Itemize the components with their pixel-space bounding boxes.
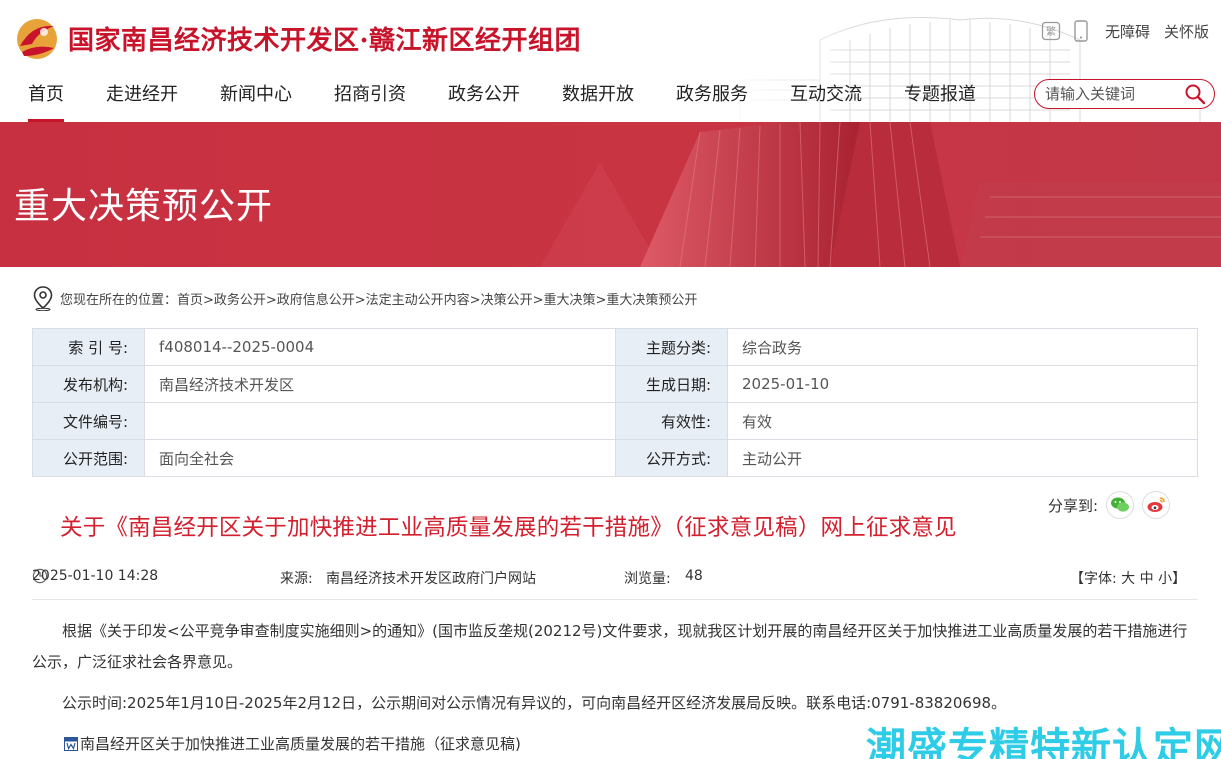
info-row: 索 引 号: f408014--2025-0004 主题分类: 综合政务	[32, 328, 1198, 366]
views-count: 48	[685, 568, 703, 584]
nav-item-interaction[interactable]: 互动交流	[790, 78, 862, 122]
accessibility-link[interactable]: 无障碍	[1105, 21, 1150, 42]
nav-item-open-data[interactable]: 数据开放	[562, 78, 634, 122]
publish-date: 2025-01-10 14:28	[32, 568, 158, 584]
nav-item-home[interactable]: 首页	[28, 78, 64, 122]
source-value: 南昌经济技术开发区政府门户网站	[326, 571, 536, 587]
share-label: 分享到:	[1048, 496, 1099, 515]
article-meta: 2025-01-10 14:28 来源: 南昌经济技术开发区政府门户网站 浏览量…	[32, 568, 1198, 588]
document-info-table: 索 引 号: f408014--2025-0004 主题分类: 综合政务 发布机…	[32, 328, 1198, 477]
info-value: 2025-01-10	[727, 365, 1198, 403]
breadcrumb-text[interactable]: 您现在所在的位置：首页>政务公开>政府信息公开>法定主动公开内容>决策公开>重大…	[60, 289, 697, 308]
info-value: 主动公开	[727, 439, 1198, 477]
info-value: 综合政务	[727, 328, 1198, 366]
page-banner: 重大决策预公开	[0, 122, 1221, 267]
banner-title: 重大决策预公开	[14, 186, 274, 227]
word-document-icon	[64, 736, 78, 751]
info-row: 文件编号: 有效性: 有效	[32, 402, 1198, 440]
info-label: 索 引 号:	[32, 328, 145, 366]
info-label: 公开方式:	[615, 439, 728, 477]
search-box	[1034, 79, 1215, 109]
wechat-share-icon[interactable]	[1106, 491, 1135, 519]
info-label: 主题分类:	[615, 328, 728, 366]
article-paragraph: 根据《关于印发<公平竞争审查制度实施细则>的通知》(国市监反垄规(20212号)…	[32, 622, 1188, 671]
info-label: 文件编号:	[32, 402, 145, 440]
info-label: 发布机构:	[32, 365, 145, 403]
breadcrumb: 您现在所在的位置：首页>政务公开>政府信息公开>法定主动公开内容>决策公开>重大…	[32, 285, 697, 311]
divider	[32, 599, 1198, 600]
site-title[interactable]: 国家南昌经济技术开发区·赣江新区经开组团	[68, 20, 581, 57]
main-nav: 首页 走进经开 新闻中心 招商引资 政务公开 数据开放 政务服务 互动交流 专题…	[0, 78, 976, 122]
views-label: 浏览量:	[624, 571, 671, 587]
info-label: 公开范围:	[32, 439, 145, 477]
info-row: 发布机构: 南昌经济技术开发区 生成日期: 2025-01-10	[32, 365, 1198, 403]
top-tools: 繁 无障碍 关怀版	[1041, 20, 1209, 42]
source-label: 来源:	[280, 571, 313, 587]
svg-text:繁: 繁	[1046, 25, 1056, 38]
info-label: 有效性:	[615, 402, 728, 440]
location-pin-icon	[33, 286, 53, 311]
info-label: 生成日期:	[615, 365, 728, 403]
nav-item-gov-affairs[interactable]: 政务公开	[448, 78, 520, 122]
article-title: 关于《南昌经开区关于加快推进工业高质量发展的若干措施》（征求意见稿）网上征求意见	[60, 515, 957, 541]
nav-item-topics[interactable]: 专题报道	[904, 78, 976, 122]
traditional-chinese-icon[interactable]: 繁	[1041, 20, 1061, 42]
info-value: 南昌经济技术开发区	[144, 365, 616, 403]
site-header: 国家南昌经济技术开发区·赣江新区经开组团 繁 无障碍 关怀版 首页 走进经开 新…	[0, 0, 1221, 122]
site-logo-icon[interactable]	[14, 16, 60, 62]
search-input[interactable]	[1045, 83, 1175, 105]
nav-item-investment[interactable]: 招商引资	[334, 78, 406, 122]
nav-item-services[interactable]: 政务服务	[676, 78, 748, 122]
weibo-share-icon[interactable]	[1142, 491, 1171, 519]
watermark-text: 潮盛专精特新认定网	[866, 725, 1221, 759]
info-value: f408014--2025-0004	[144, 328, 616, 366]
publish-date-text: 2025-01-10 14:28	[32, 568, 159, 584]
info-value: 面向全社会	[144, 439, 616, 477]
font-size-control[interactable]: 【字体: 大 中 小】	[1070, 568, 1186, 588]
search-icon[interactable]	[1184, 83, 1206, 105]
nav-item-about[interactable]: 走进经开	[106, 78, 178, 122]
share-bar: 分享到:	[1048, 491, 1171, 519]
mobile-phone-icon[interactable]	[1071, 20, 1091, 42]
info-value	[144, 402, 616, 440]
info-value: 有效	[727, 402, 1198, 440]
elderly-mode-link[interactable]: 关怀版	[1164, 21, 1209, 42]
info-row: 公开范围: 面向全社会 公开方式: 主动公开	[32, 439, 1198, 477]
attachment-text[interactable]: 南昌经开区关于加快推进工业高质量发展的若干措施（征求意见稿)	[80, 733, 521, 754]
nav-item-news[interactable]: 新闻中心	[220, 78, 292, 122]
attachment-link[interactable]: 南昌经开区关于加快推进工业高质量发展的若干措施（征求意见稿)	[64, 733, 521, 754]
